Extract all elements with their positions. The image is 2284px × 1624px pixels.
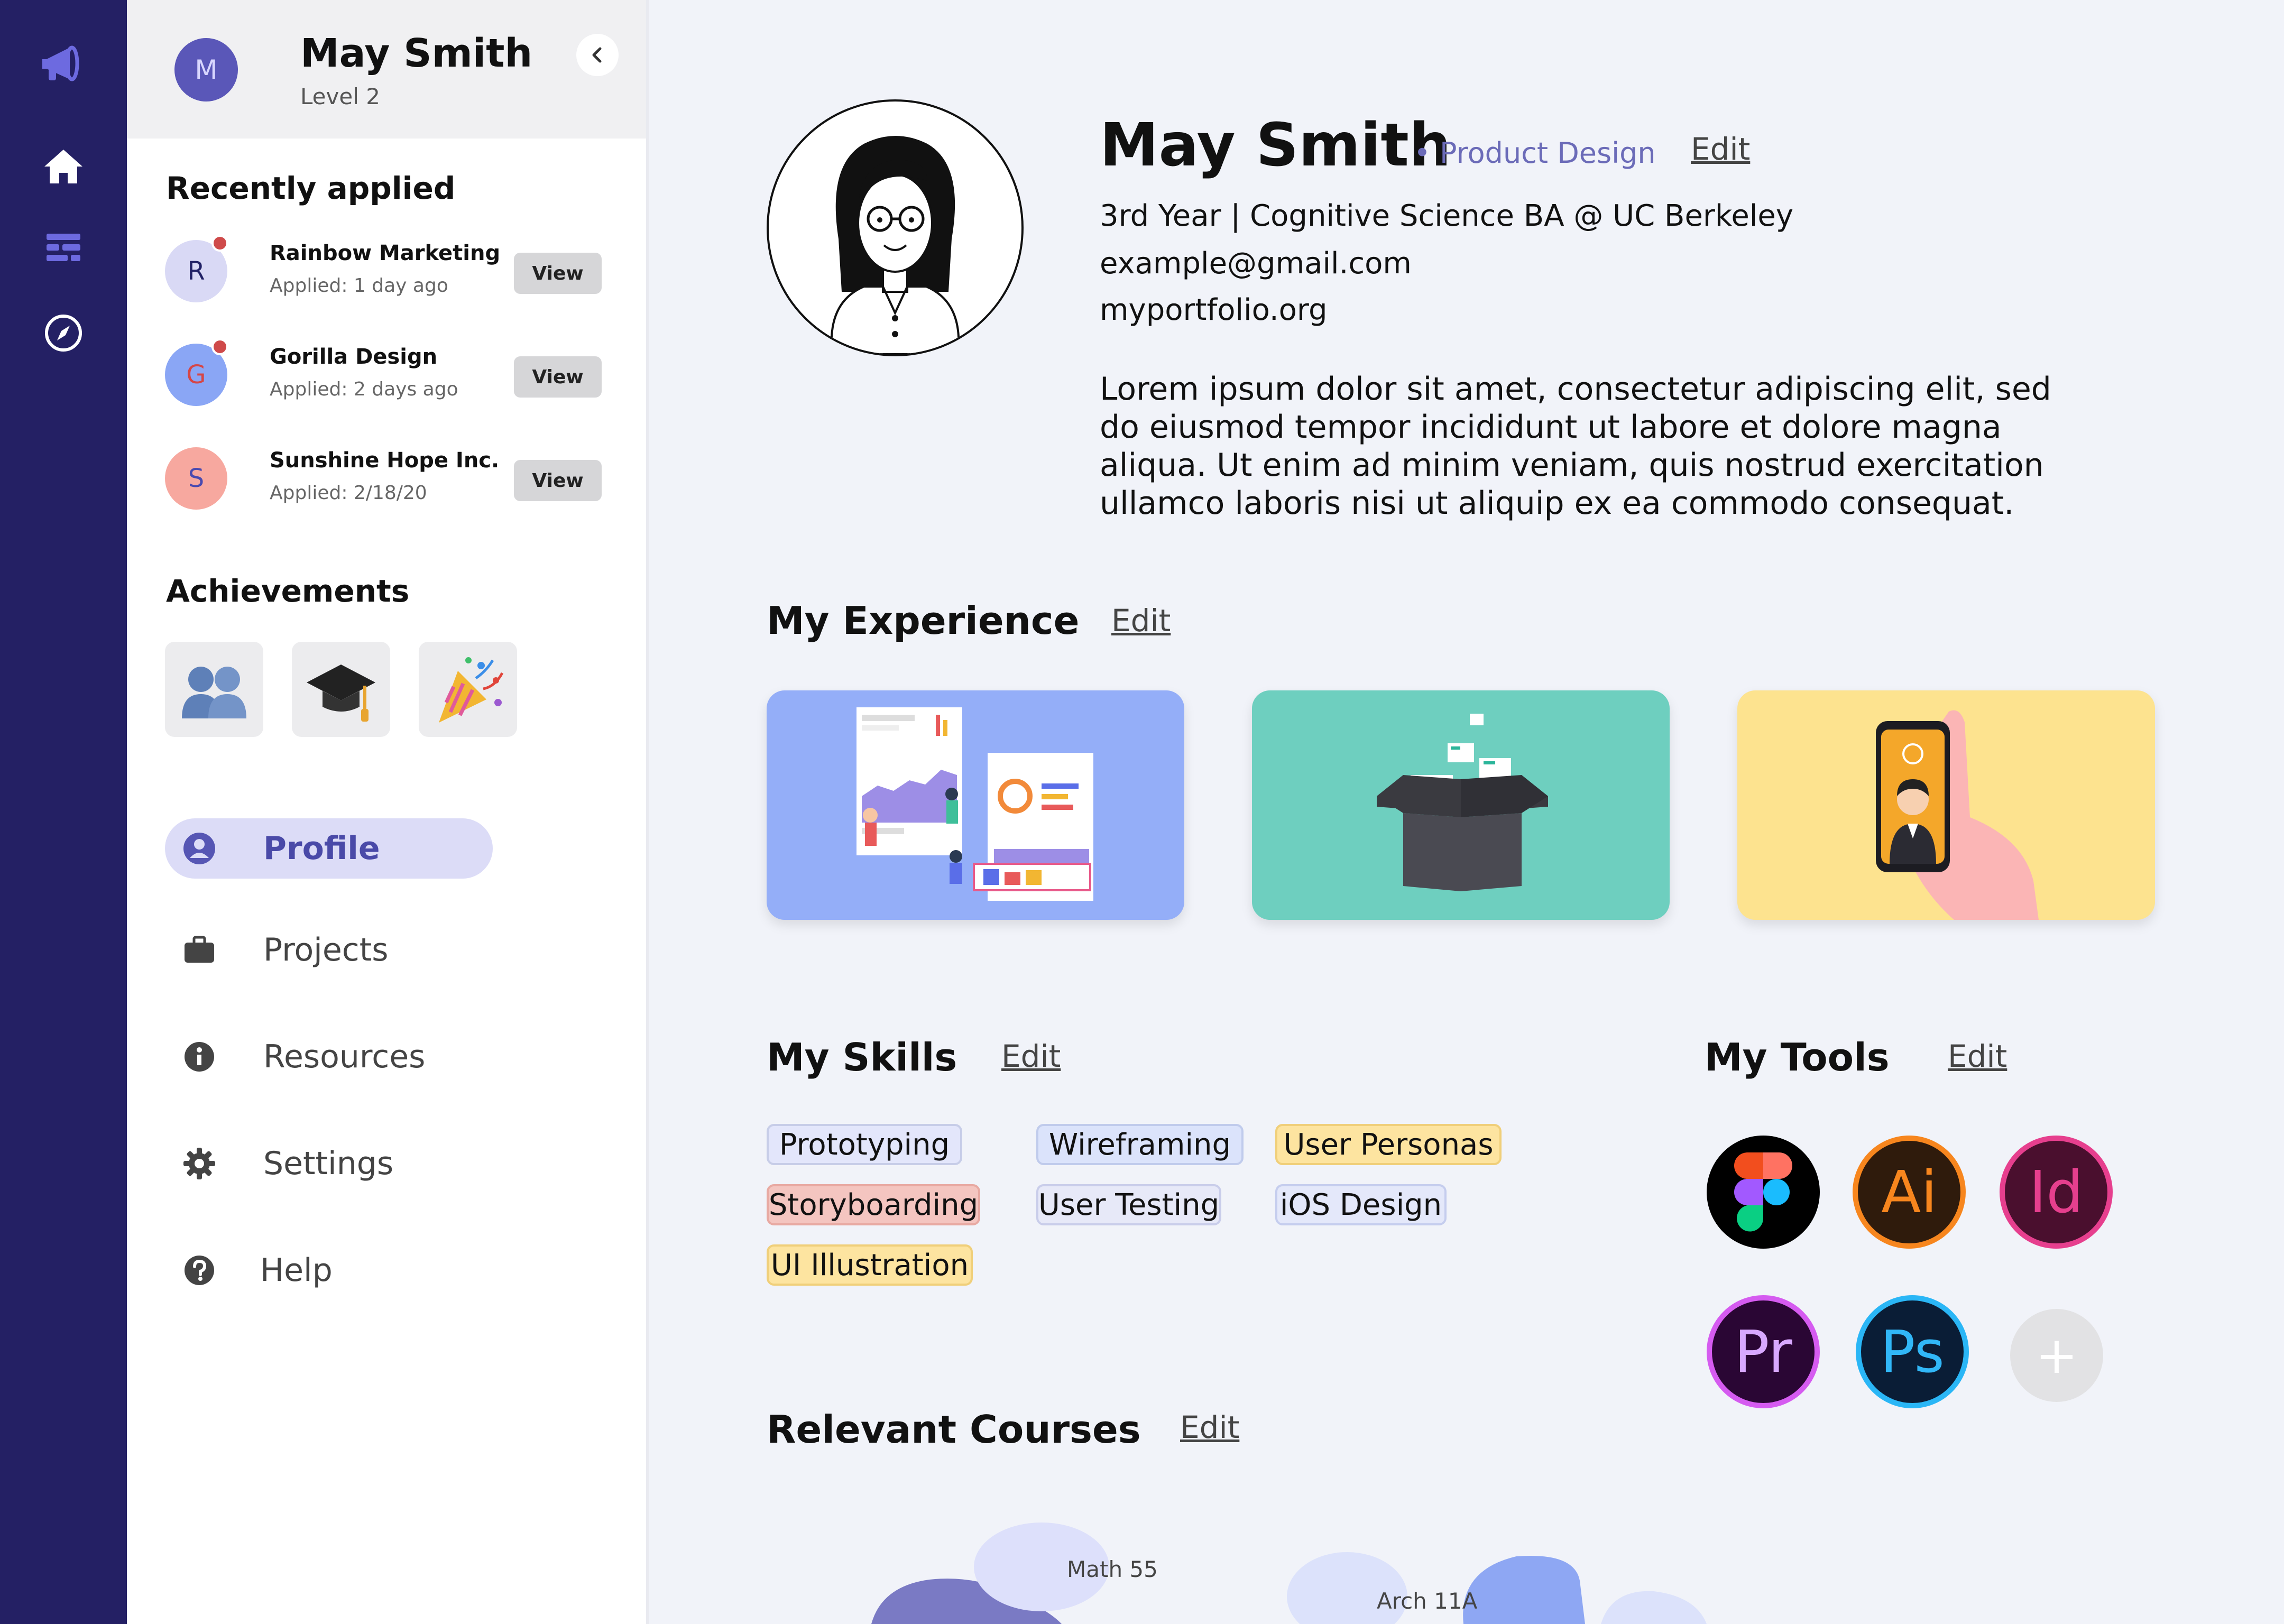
experience-card[interactable] [1737,690,2155,920]
home-icon[interactable] [37,140,90,193]
premiere-icon[interactable]: Pr [1707,1295,1820,1408]
skill-chip[interactable]: iOS Design [1275,1184,1447,1225]
user-header: M May Smith Level 2 [127,0,646,139]
profile-department: • Product Design [1414,136,1656,170]
profile-education: 3rd Year | Cognitive Science BA @ UC Ber… [1100,199,1793,233]
unread-dot [211,338,228,355]
view-button[interactable]: View [514,460,602,501]
profile-email[interactable]: example@gmail.com [1100,246,1412,281]
nav-item-projects[interactable]: Projects [165,920,493,980]
nav-item-resources[interactable]: Resources [165,1027,493,1087]
application-item[interactable]: G Gorilla Design Applied: 2 days ago Vie… [165,338,641,418]
gear-icon [181,1145,218,1182]
analytics-illustration-icon [856,707,1093,901]
avatar[interactable]: M [174,38,238,102]
skill-chip[interactable]: Storyboarding [767,1184,980,1225]
course-item[interactable]: Arch 11A [1377,1588,1477,1614]
experience-title: My Experience [767,598,1080,643]
edit-skills-link[interactable]: Edit [1001,1038,1061,1074]
profile-website[interactable]: myportfolio.org [1100,293,1328,327]
applied-date: Applied: 2 days ago [270,379,458,400]
nav-label: Resources [263,1038,426,1075]
party-popper-icon[interactable] [419,642,517,737]
edit-profile-link[interactable]: Edit [1691,131,1750,167]
nav-label: Projects [263,931,389,968]
achievements-title: Achievements [166,573,410,609]
applied-date: Applied: 1 day ago [270,275,448,297]
collapse-sidebar-button[interactable] [576,34,619,76]
course-item[interactable]: Math 55 [1067,1556,1158,1582]
profile-bio: Lorem ipsum dolor sit amet, consectetur … [1100,371,2051,522]
skill-chip[interactable]: Wireframing [1036,1124,1244,1165]
application-item[interactable]: S Sunshine Hope Inc. Applied: 2/18/20 Vi… [165,442,641,521]
people-badge-icon[interactable] [165,642,263,737]
nav-label: Settings [263,1145,394,1182]
nav-label: Profile [263,830,380,867]
recently-applied-title: Recently applied [166,170,456,206]
edit-experience-link[interactable]: Edit [1111,603,1171,639]
add-tool-button[interactable]: + [2010,1309,2103,1402]
nav-item-help[interactable]: Help [165,1240,493,1300]
phone-selfie-illustration-icon [1876,710,2039,920]
chevron-left-icon [592,47,602,63]
unread-dot [211,235,228,252]
tools-title: My Tools [1705,1035,1890,1079]
skill-chip[interactable]: User Testing [1036,1184,1221,1225]
help-icon [181,1252,218,1289]
experience-card[interactable] [1252,690,1670,920]
megaphone-icon[interactable] [37,38,90,91]
info-icon [181,1038,218,1075]
sidebar: M May Smith Level 2 Recently applied R R… [127,0,649,1624]
profile-portrait[interactable] [767,99,1024,356]
applied-date: Applied: 2/18/20 [270,482,427,504]
illustrator-icon[interactable]: Ai [1853,1136,1966,1249]
company-name: Rainbow Marketing [270,241,501,265]
graduation-cap-icon[interactable] [292,642,390,737]
edit-tools-link[interactable]: Edit [1948,1038,2007,1074]
nav-item-settings[interactable]: Settings [165,1133,493,1194]
skill-chip[interactable]: User Personas [1275,1124,1502,1165]
profile-name: May Smith [1100,111,1451,180]
nav-item-profile[interactable]: Profile [165,818,493,879]
view-button[interactable]: View [514,356,602,398]
user-level: Level 2 [300,84,380,109]
nav-label: Help [260,1252,333,1289]
company-name: Gorilla Design [270,345,438,369]
application-item[interactable]: R Rainbow Marketing Applied: 1 day ago V… [165,235,641,314]
courses-title: Relevant Courses [767,1407,1141,1452]
company-name: Sunshine Hope Inc. [270,448,500,473]
indesign-icon[interactable]: Id [2000,1136,2113,1249]
left-rail [0,0,127,1624]
briefcase-icon [181,931,218,968]
skill-chip[interactable]: Prototyping [767,1124,962,1165]
main-content: May Smith • Product Design Edit 3rd Year… [649,0,2284,1624]
photoshop-icon[interactable]: Ps [1856,1295,1969,1408]
user-circle-icon [181,830,218,867]
figma-icon[interactable] [1707,1136,1820,1249]
company-avatar: S [165,447,227,510]
experience-card[interactable] [767,690,1184,920]
user-name: May Smith [300,31,533,76]
view-button[interactable]: View [514,253,602,294]
dashboard-icon[interactable] [37,222,90,275]
skill-chip[interactable]: UI Illustration [767,1244,973,1286]
edit-courses-link[interactable]: Edit [1180,1409,1239,1445]
compass-icon[interactable] [37,307,90,359]
open-box-illustration-icon [1377,714,1548,891]
skills-title: My Skills [767,1035,957,1079]
